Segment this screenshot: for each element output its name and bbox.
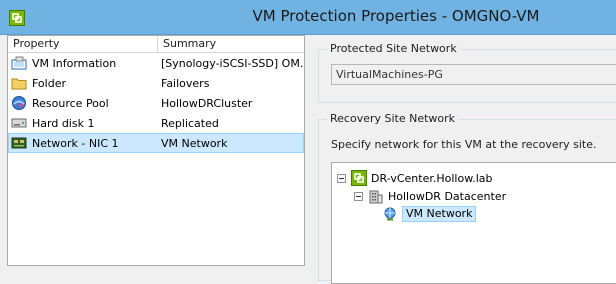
column-header-summary[interactable]: Summary: [158, 36, 304, 52]
protected-network-field: VirtualMachines-PG: [331, 64, 616, 85]
recovery-hint-text: Specify network for this VM at the recov…: [331, 138, 597, 151]
vcenter-icon: [351, 170, 367, 186]
vm-info-icon: [11, 56, 27, 70]
window-title: VM Protection Properties - OMGNO-VM: [252, 7, 540, 25]
tree-node-vm-network[interactable]: VM Network: [382, 205, 477, 223]
row-summary-value: Failovers: [161, 76, 210, 90]
row-property-label: Folder: [32, 76, 66, 90]
row-hard-disk[interactable]: Hard disk 1 Replicated: [8, 113, 304, 133]
group-title: Protected Site Network: [327, 42, 460, 55]
row-summary-value: Replicated: [161, 116, 219, 130]
resource-pool-icon: [12, 96, 26, 110]
details-panel: Protected Site Network VirtualMachines-P…: [305, 35, 616, 284]
tree-node-label: VM Network: [402, 206, 477, 222]
recovery-site-network-group: Recovery Site Network Specify network fo…: [318, 112, 616, 284]
row-vm-information[interactable]: VM Information [Synology-iSCSI-SSD] OM..…: [8, 53, 304, 73]
network-icon: [384, 207, 396, 221]
collapse-toggle[interactable]: [354, 191, 363, 201]
row-resource-pool[interactable]: Resource Pool HollowDRCluster: [8, 93, 304, 113]
properties-grid[interactable]: Property Summary VM Information [Synolog…: [7, 35, 305, 266]
tree-node-datacenter[interactable]: HollowDR Datacenter: [354, 187, 506, 205]
protected-site-network-group: Protected Site Network VirtualMachines-P…: [318, 42, 616, 103]
row-folder[interactable]: Folder Failovers: [8, 73, 304, 93]
tree-node-label: DR-vCenter.Hollow.lab: [371, 171, 493, 185]
row-summary-value: VM Network: [161, 136, 228, 150]
row-property-label: Network - NIC 1: [32, 136, 119, 150]
collapse-toggle[interactable]: [337, 173, 346, 183]
datacenter-icon: [369, 190, 383, 204]
group-title: Recovery Site Network: [327, 112, 459, 125]
grid-header: Property Summary: [8, 36, 304, 53]
nic-icon: [11, 137, 27, 149]
row-network-nic[interactable]: Network - NIC 1 VM Network: [8, 133, 304, 153]
folder-icon: [11, 78, 27, 90]
title-bar: VM Protection Properties - OMGNO-VM: [0, 0, 616, 35]
tree-node-vcenter[interactable]: DR-vCenter.Hollow.lab: [337, 169, 492, 187]
row-property-label: Resource Pool: [32, 96, 109, 110]
row-property-label: VM Information: [32, 56, 117, 70]
tree-node-label: HollowDR Datacenter: [388, 189, 507, 203]
column-header-property[interactable]: Property: [8, 36, 158, 52]
row-property-label: Hard disk 1: [32, 116, 95, 130]
hard-disk-icon: [11, 118, 27, 128]
row-summary-value: HollowDRCluster: [161, 96, 253, 110]
row-summary-value: [Synology-iSCSI-SSD] OM...: [161, 56, 304, 70]
